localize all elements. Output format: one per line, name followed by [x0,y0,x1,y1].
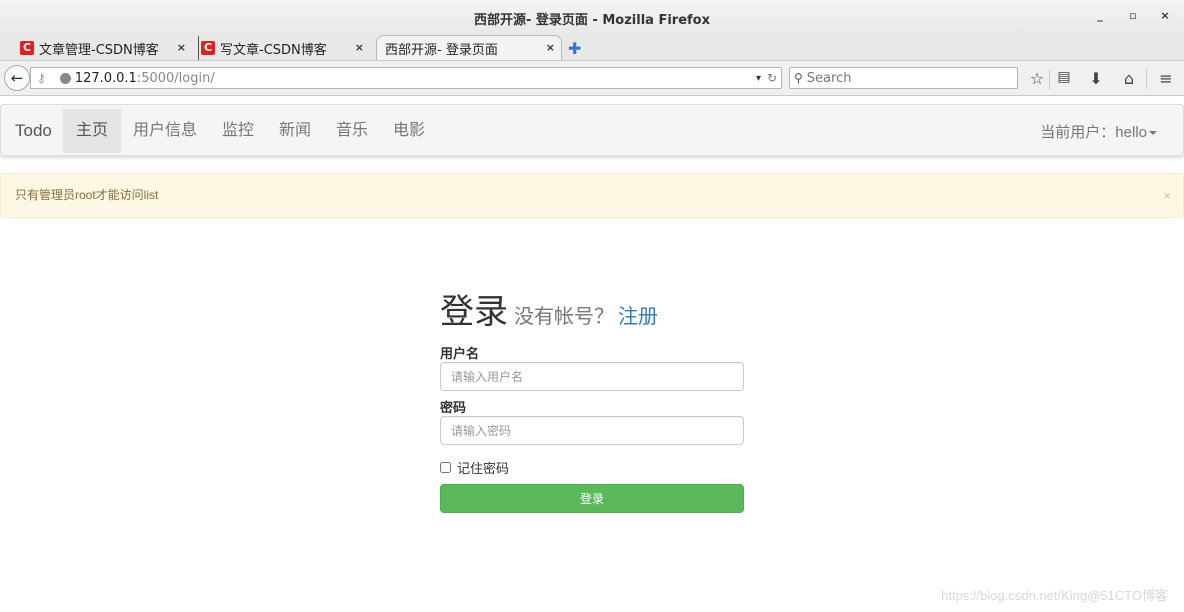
tab-label: 西部开源- 登录页面 [385,42,498,58]
back-arrow-icon: ← [10,69,24,87]
watermark: https://blog.csdn.net/King@51CTO博客 [941,588,1168,603]
globe-icon [59,72,71,84]
no-account-text: 没有帐号？ [514,306,614,328]
browser-toolbar: ⚷ 127.0.0.1:5000/login/ ▾ ↻ ← ⚲ Search ☆… [0,60,1184,96]
nav-news[interactable]: 新闻 [266,109,324,153]
csdn-favicon-icon: C [201,41,215,55]
reload-icon[interactable]: ↻ [767,71,777,85]
csdn-favicon-icon: C [20,41,34,55]
home-icon[interactable]: ⌂ [1119,69,1139,88]
search-input[interactable]: ⚲ Search [789,67,1018,89]
password-label: 密码 [440,400,467,415]
toolbar-divider [1146,69,1147,89]
window-title: 西部开源- 登录页面 - Mozilla Firefox [473,13,710,28]
tab-label: 写文章-CSDN博客 [220,42,327,58]
nav-monitor[interactable]: 监控 [209,109,267,153]
alert-close-icon[interactable]: × [1163,174,1171,217]
close-tab-icon[interactable]: × [355,41,364,54]
site-identity-key-icon[interactable]: ⚷ [37,71,46,85]
bookmark-star-icon[interactable]: ☆ [1027,69,1047,88]
maximize-button[interactable]: ▫ [1126,9,1140,23]
back-button[interactable]: ← [4,65,30,91]
url-dropdown-icon[interactable]: ▾ [756,73,761,84]
nav-home[interactable]: 主页 [63,109,122,153]
tab-login-page[interactable]: 西部开源- 登录页面 × [376,35,562,60]
minimize-button[interactable]: _ [1093,9,1107,23]
nav-user-info[interactable]: 用户信息 [120,109,210,153]
url-bar[interactable]: ⚷ 127.0.0.1:5000/login/ ▾ ↻ [30,67,782,89]
login-heading: 登录 没有帐号？ 注册 [440,292,744,337]
username-label: 用户名 [440,346,480,361]
nav-movies[interactable]: 电影 [380,109,438,153]
warning-alert: 只有管理员root才能访问list × [0,173,1184,218]
menu-icon[interactable]: ≡ [1156,69,1176,88]
app-navbar: Todo 主页 用户信息 监控 新闻 音乐 电影 当前用户：hello [0,104,1184,156]
page-content: Todo 主页 用户信息 监控 新闻 音乐 电影 当前用户：hello 只有管理… [0,97,1184,612]
url-text[interactable]: 127.0.0.1:5000/login/ [75,71,215,86]
tab-bar: C 文章管理-CSDN博客 × C 写文章-CSDN博客 × 西部开源- 登录页… [0,34,1184,60]
reading-list-icon[interactable]: ▤ [1054,69,1074,85]
brand-link[interactable]: Todo [15,121,52,141]
login-title: 登录 [440,293,508,331]
close-window-button[interactable]: × [1158,9,1172,23]
search-placeholder: Search [806,70,852,86]
caret-down-icon [1149,131,1157,136]
password-input[interactable] [440,416,744,445]
close-tab-icon[interactable]: × [546,41,555,54]
register-link[interactable]: 注册 [618,306,658,328]
tab-article-manage[interactable]: C 文章管理-CSDN博客 × [20,36,192,60]
tab-write-article[interactable]: C 写文章-CSDN博客 × [198,36,370,60]
remember-label: 记住密码 [457,460,510,476]
login-submit-button[interactable]: 登录 [440,484,744,513]
remember-checkbox[interactable] [440,461,451,473]
current-user-dropdown[interactable]: 当前用户：hello [1040,121,1157,142]
alert-message: 只有管理员root才能访问list [15,188,159,202]
search-icon: ⚲ [794,71,803,85]
login-form: 登录没有帐号？注册 用户名 密码 记住密码 登录 [440,292,744,513]
window-titlebar: 西部开源- 登录页面 - Mozilla Firefox _ ▫ × [0,0,1184,34]
download-icon[interactable]: ⬇ [1086,69,1106,88]
remember-row: 记住密码 [440,458,744,476]
tab-label: 文章管理-CSDN博客 [39,42,159,58]
toolbar-divider [1049,69,1050,89]
nav-music[interactable]: 音乐 [323,109,381,153]
close-tab-icon[interactable]: × [177,41,186,54]
username-input[interactable] [440,362,744,391]
new-tab-icon[interactable]: ✚ [568,39,581,58]
